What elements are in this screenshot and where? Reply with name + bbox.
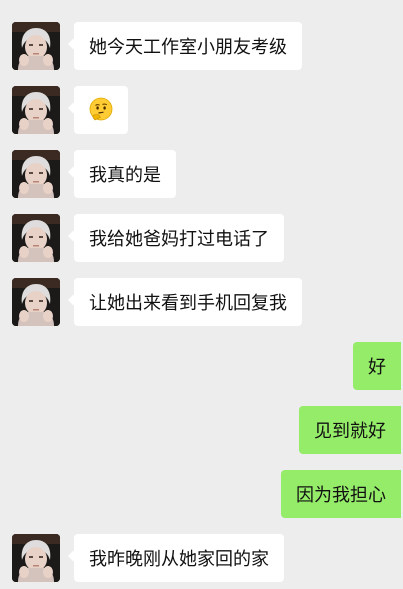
incoming-message-bubble[interactable]: 我给她爸妈打过电话了 xyxy=(68,214,284,262)
incoming-message-bubble[interactable]: 让她出来看到手机回复我 xyxy=(68,278,302,326)
message-row: 因为我担心 xyxy=(0,470,403,518)
chat-thread: 她今天工作室小朋友考级 我真的是 我给她爸妈打过电话了 让她出来看到手机回复我 … xyxy=(0,0,403,589)
thinking-face-emoji-icon xyxy=(88,97,114,123)
outgoing-message-bubble[interactable]: 好 xyxy=(353,342,401,390)
outgoing-message-bubble[interactable]: 因为我担心 xyxy=(281,470,401,518)
message-row: 我昨晚刚从她家回的家 xyxy=(0,534,403,582)
incoming-message-bubble[interactable]: 我昨晚刚从她家回的家 xyxy=(68,534,284,582)
message-row xyxy=(0,86,403,134)
incoming-emoji-bubble[interactable] xyxy=(68,86,128,134)
message-row: 我给她爸妈打过电话了 xyxy=(0,214,403,262)
contact-avatar[interactable] xyxy=(12,86,60,134)
incoming-message-bubble[interactable]: 她今天工作室小朋友考级 xyxy=(68,22,302,70)
incoming-message-bubble[interactable]: 我真的是 xyxy=(68,150,176,198)
message-row: 好 xyxy=(0,342,403,390)
message-row: 见到就好 xyxy=(0,406,403,454)
contact-avatar[interactable] xyxy=(12,278,60,326)
message-row: 我真的是 xyxy=(0,150,403,198)
message-row: 她今天工作室小朋友考级 xyxy=(0,22,403,70)
contact-avatar[interactable] xyxy=(12,214,60,262)
message-row: 让她出来看到手机回复我 xyxy=(0,278,403,326)
contact-avatar[interactable] xyxy=(12,150,60,198)
contact-avatar[interactable] xyxy=(12,22,60,70)
contact-avatar[interactable] xyxy=(12,534,60,582)
outgoing-message-bubble[interactable]: 见到就好 xyxy=(299,406,401,454)
